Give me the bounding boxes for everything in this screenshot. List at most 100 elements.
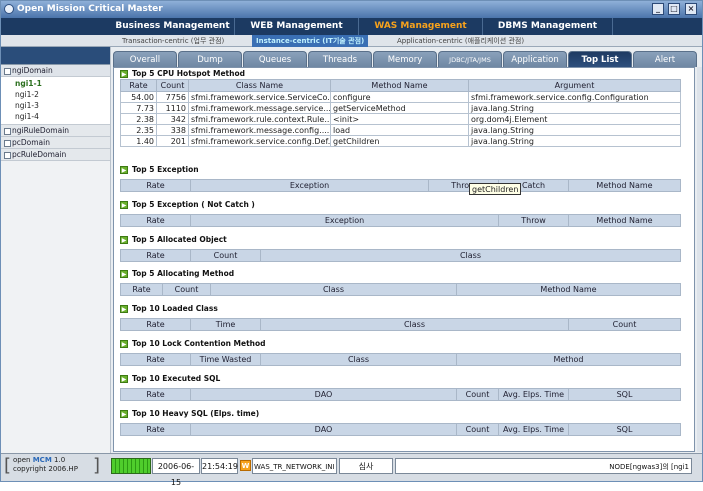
subnav-transaction-centric[interactable]: Transaction-centric (업무 관점) (122, 35, 224, 47)
expand-box-icon[interactable] (4, 139, 11, 147)
tab-dump[interactable]: Dump (178, 51, 242, 67)
col-header[interactable]: Method Name (456, 283, 681, 296)
arrow-icon: ▶ (120, 410, 128, 418)
tab-application[interactable]: Application (503, 51, 567, 67)
col-header[interactable]: Count (190, 249, 261, 262)
col-header[interactable]: Exception (190, 214, 499, 227)
col-header[interactable]: Count (156, 79, 189, 92)
col-header[interactable]: Rate (120, 179, 191, 192)
col-header[interactable]: Count (568, 318, 681, 331)
tab-overall[interactable]: Overall (113, 51, 177, 67)
col-header[interactable]: DAO (190, 388, 457, 401)
table-header-row: Rate DAO Count Avg. Elps. Time SQL (120, 388, 681, 401)
section-lock-contention: ▶ Top 10 Lock Contention Method Rate Time… (120, 338, 690, 366)
col-header[interactable]: SQL (568, 388, 681, 401)
col-header[interactable]: Count (456, 423, 499, 436)
tree-item-ngi1-3[interactable]: ngi1-3 (1, 100, 110, 111)
col-header[interactable]: Avg. Elps. Time (498, 423, 569, 436)
col-header[interactable]: Rate (120, 353, 191, 366)
expand-box-icon[interactable] (4, 151, 11, 159)
tree-item-ngi1-4[interactable]: ngi1-4 (1, 111, 110, 122)
tab-threads[interactable]: Threads (308, 51, 372, 67)
status-date: 2006-06-15 (152, 458, 200, 487)
col-header[interactable]: Count (162, 283, 211, 296)
col-header[interactable]: Class (260, 353, 457, 366)
col-header[interactable]: Method Name (330, 79, 469, 92)
col-header[interactable]: Method (456, 353, 681, 366)
method-tooltip: getChildren (469, 183, 522, 195)
status-node-message: NODE[ngwas3]의 [ngi1 (395, 458, 692, 474)
tab-alert[interactable]: Alert (633, 51, 697, 67)
heavy-sql-table: Rate DAO Count Avg. Elps. Time SQL (120, 423, 681, 436)
tree-domain-label: pcDomain (12, 138, 50, 147)
col-header[interactable]: Time (190, 318, 261, 331)
tab-jdbc-jta-jms[interactable]: JDBC/JTA/JMS (438, 51, 502, 67)
tree-domain-ngiruledomain[interactable]: ngiRuleDomain (1, 125, 110, 137)
section-title: ▶ Top 10 Executed SQL (120, 373, 690, 384)
col-header[interactable]: Avg. Elps. Time (498, 388, 569, 401)
table-row[interactable]: 54.00 7756 sfmi.framework.service.ServiceC… (120, 91, 681, 103)
table-header-row: Rate Count Class Name Method Name Argume… (120, 79, 681, 92)
minimize-button[interactable]: _ (652, 3, 664, 15)
close-button[interactable]: × (685, 3, 697, 15)
tree-domain-ngidomain[interactable]: ngiDomain (1, 65, 110, 77)
col-header[interactable]: Class (260, 249, 681, 262)
col-header[interactable]: Time Wasted (190, 353, 261, 366)
col-header[interactable]: Rate (120, 423, 191, 436)
col-header[interactable]: Rate (120, 388, 191, 401)
col-header[interactable]: Class (210, 283, 457, 296)
tree-item-ngi1-2[interactable]: ngi1-2 (1, 89, 110, 100)
cell: org.dom4j.Element (468, 113, 681, 125)
cell: sfmi.framework.message.config.... (188, 124, 331, 136)
nav-dbms-management[interactable]: DBMS Management (483, 18, 613, 35)
tree-domain-pcdomain[interactable]: pcDomain (1, 137, 110, 149)
table-row[interactable]: 1.40 201 sfmi.framework.service.config.Def… (120, 135, 681, 147)
expand-box-icon[interactable] (4, 67, 11, 75)
section-exception: ▶ Top 5 Exception Rate Exception Throw Ca… (120, 164, 690, 192)
col-header[interactable]: Throw (498, 214, 569, 227)
nav-business-management[interactable]: Business Management (111, 18, 235, 35)
cell: 54.00 (120, 91, 157, 103)
cell: sfmi.framework.message.service.... (188, 102, 331, 114)
table-row[interactable]: 2.35 338 sfmi.framework.message.config....… (120, 124, 681, 136)
col-header[interactable]: DAO (190, 423, 457, 436)
col-header[interactable]: Rate (120, 318, 191, 331)
col-header[interactable]: Rate (120, 249, 191, 262)
col-header[interactable]: Rate (120, 79, 157, 92)
col-header[interactable]: Method Name (568, 214, 681, 227)
col-header[interactable]: Class (260, 318, 569, 331)
maximize-button[interactable]: □ (668, 3, 680, 15)
col-header[interactable]: Rate (120, 283, 163, 296)
cell: java.lang.String (468, 135, 681, 147)
expand-box-icon[interactable] (4, 127, 11, 135)
table-row[interactable]: 7.73 1110 sfmi.framework.message.service..… (120, 102, 681, 114)
nav-web-management[interactable]: WEB Management (235, 18, 359, 35)
status-user: 심사 (339, 458, 393, 474)
col-header[interactable]: SQL (568, 423, 681, 436)
col-header[interactable]: Method Name (568, 179, 681, 192)
col-header[interactable]: Rate (120, 214, 191, 227)
nav-was-management[interactable]: WAS Management (359, 18, 483, 35)
tree-domain-children: ngi1-1 ngi1-2 ngi1-3 ngi1-4 (1, 77, 110, 125)
tree-domain-label: ngiRuleDomain (12, 126, 70, 135)
col-header[interactable]: Argument (468, 79, 681, 92)
arrow-icon: ▶ (120, 340, 128, 348)
subnav-instance-centric[interactable]: Instance-centric (IT기술 관점) (252, 35, 369, 47)
tab-bar: Overall Dump Queues Threads Memory JDBC/… (111, 51, 702, 67)
tab-queues[interactable]: Queues (243, 51, 307, 67)
tree-item-ngi1-1[interactable]: ngi1-1 (1, 78, 110, 89)
section-title-text: Top 5 Allocating Method (132, 269, 235, 278)
tab-memory[interactable]: Memory (373, 51, 437, 67)
col-header[interactable]: Class Name (188, 79, 331, 92)
subnav-application-centric[interactable]: Application-centric (애플리케이션 관점) (397, 35, 524, 47)
domain-tree-panel: ngiDomain ngi1-1 ngi1-2 ngi1-3 ngi1-4 ng… (1, 47, 111, 453)
status-bar: [ open MCM 1.0 copyright 2006.HP ] 2006-… (1, 453, 702, 487)
tab-top-list[interactable]: Top List (568, 51, 632, 67)
col-header[interactable]: Count (456, 388, 499, 401)
tree-domain-pcruledomain[interactable]: pcRuleDomain (1, 149, 110, 161)
table-row[interactable]: 2.38 342 sfmi.framework.rule.context.Rule.… (120, 113, 681, 125)
cell: sfmi.framework.service.config.Configurat… (468, 91, 681, 103)
col-header[interactable]: Exception (190, 179, 429, 192)
content-scrollbar[interactable] (697, 67, 702, 452)
section-title: ▶ Top 5 CPU Hotspot Method (120, 68, 690, 79)
